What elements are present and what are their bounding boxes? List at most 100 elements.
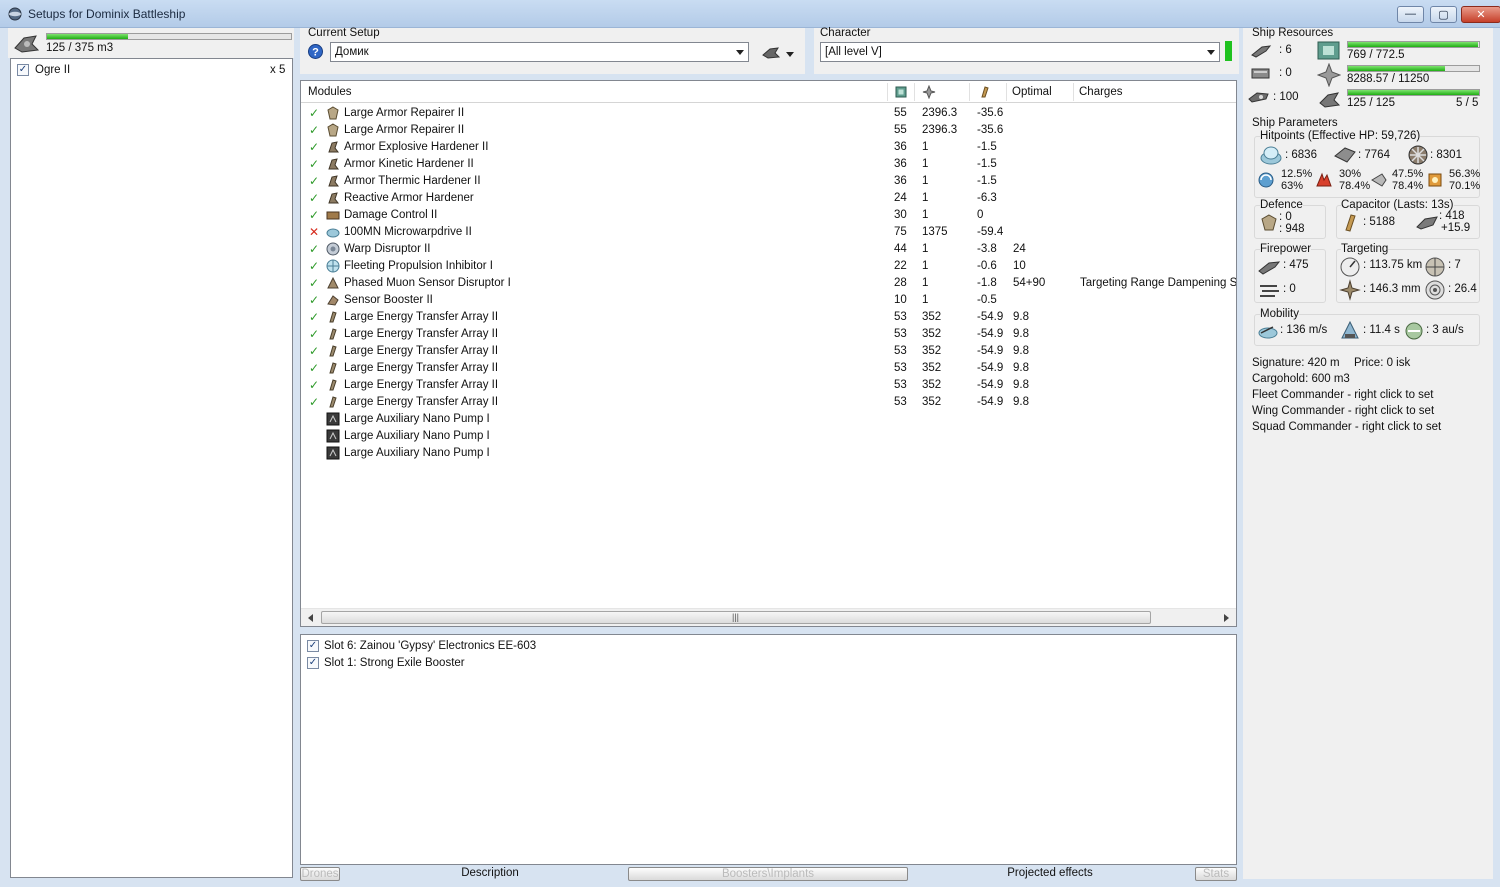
powergrid-fill bbox=[1348, 66, 1445, 71]
module-powergrid: 352 bbox=[922, 396, 942, 408]
tab-stats[interactable]: Stats bbox=[1195, 867, 1237, 881]
table-row[interactable]: ✓ Large Energy Transfer Array II 53 352 -54.… bbox=[301, 309, 1236, 326]
list-item[interactable]: ✓ Ogre II x 5 bbox=[11, 62, 292, 79]
table-row[interactable]: ✓ Large Energy Transfer Array II 53 352 -54.… bbox=[301, 343, 1236, 360]
column-modules[interactable]: Modules bbox=[308, 86, 351, 98]
module-name: Reactive Armor Hardener bbox=[344, 192, 474, 204]
drone-checkbox[interactable]: ✓ bbox=[17, 64, 29, 76]
ship-menu-button[interactable] bbox=[760, 42, 796, 64]
character-value: [All level V] bbox=[825, 46, 882, 58]
module-cpu: 22 bbox=[894, 260, 907, 272]
help-icon[interactable]: ? bbox=[308, 44, 323, 59]
status-ok-icon: ✓ bbox=[309, 327, 320, 341]
tab-description[interactable]: Description bbox=[430, 867, 550, 881]
table-row[interactable]: ✓ Large Armor Repairer II 55 2396.3 -35.6 bbox=[301, 122, 1236, 139]
character-dropdown[interactable]: [All level V] bbox=[820, 42, 1220, 62]
table-row[interactable]: ✓ Phased Muon Sensor Disruptor I 28 1 -1.8 54… bbox=[301, 275, 1236, 292]
module-cpu: 53 bbox=[894, 362, 907, 374]
cpu-icon[interactable] bbox=[894, 85, 908, 99]
modules-list[interactable]: Modules Optimal Charges ✓ Large Armor Rep… bbox=[300, 80, 1237, 627]
module-powergrid: 1 bbox=[922, 192, 929, 204]
explosive-resist-armor: 70.1% bbox=[1449, 180, 1481, 192]
repair-module-icon bbox=[327, 106, 339, 120]
module-optimal: 9.8 bbox=[1013, 396, 1029, 408]
wing-commander[interactable]: Wing Commander - right click to set bbox=[1252, 405, 1434, 417]
tab-boosters-implants[interactable]: Boosters\Implants bbox=[628, 867, 908, 881]
table-row[interactable]: ✕ 100MN Microwarpdrive II 75 1375 -59.4 bbox=[301, 224, 1236, 241]
table-row[interactable]: ✓ Damage Control II 30 1 0 bbox=[301, 207, 1236, 224]
module-optimal: 9.8 bbox=[1013, 345, 1029, 357]
module-optimal: 9.8 bbox=[1013, 379, 1029, 391]
drone-list[interactable]: ✓ Ogre II x 5 bbox=[10, 58, 293, 878]
booster-checkbox[interactable]: ✓ bbox=[307, 657, 319, 669]
setup-dropdown[interactable]: Домик bbox=[330, 42, 749, 62]
module-name: Large Energy Transfer Array II bbox=[344, 328, 499, 340]
status-ok-icon: ✓ bbox=[309, 157, 320, 171]
table-row[interactable]: Large Auxiliary Nano Pump I bbox=[301, 411, 1236, 428]
table-row[interactable]: ✓ Large Energy Transfer Array II 53 352 -54.… bbox=[301, 394, 1236, 411]
list-item[interactable]: ✓ Slot 1: Strong Exile Booster bbox=[301, 655, 1236, 672]
table-row[interactable]: ✓ Sensor Booster II 10 1 -0.5 bbox=[301, 292, 1236, 309]
max-targets-value: : 7 bbox=[1448, 259, 1461, 271]
column-optimal[interactable]: Optimal bbox=[1012, 86, 1052, 98]
booster-checkbox[interactable]: ✓ bbox=[307, 640, 319, 652]
ship-parameters-title: Ship Parameters bbox=[1252, 117, 1338, 129]
table-row[interactable]: ✓ Large Energy Transfer Array II 53 352 -54.… bbox=[301, 360, 1236, 377]
character-selector-area: Character [All level V] bbox=[814, 27, 1239, 74]
fleet-commander[interactable]: Fleet Commander - right click to set bbox=[1252, 389, 1434, 401]
status-ok-icon: ✓ bbox=[309, 310, 320, 324]
squad-commander[interactable]: Squad Commander - right click to set bbox=[1252, 421, 1441, 433]
drone-bandwidth-value: 125 / 125 bbox=[1347, 97, 1395, 109]
tab-projected-effects[interactable]: Projected effects bbox=[980, 867, 1120, 881]
module-cpu: 24 bbox=[894, 192, 907, 204]
firepower-title: Firepower bbox=[1260, 243, 1312, 255]
damage-control-module-icon bbox=[326, 211, 340, 220]
table-row[interactable]: ✓ Reactive Armor Hardener 24 1 -6.3 bbox=[301, 190, 1236, 207]
table-row[interactable]: ✓ Armor Thermic Hardener II 36 1 -1.5 bbox=[301, 173, 1236, 190]
hitpoints-title: Hitpoints (Effective HP: 59,726) bbox=[1260, 130, 1421, 142]
em-resist-icon bbox=[1258, 172, 1274, 188]
powergrid-icon[interactable] bbox=[922, 85, 936, 99]
price: Price: 0 isk bbox=[1354, 357, 1411, 369]
maximize-button[interactable]: ▢ bbox=[1430, 6, 1457, 23]
capacitor-value-b: +15.9 bbox=[1441, 222, 1471, 234]
sensor-module-icon bbox=[327, 295, 339, 306]
calibration-icon bbox=[1248, 92, 1269, 103]
cpu-bar bbox=[1347, 41, 1480, 48]
table-row[interactable]: ✓ Fleeting Propulsion Inhibitor I 22 1 -0.6 1… bbox=[301, 258, 1236, 275]
horizontal-scrollbar[interactable]: ||| bbox=[301, 608, 1236, 626]
table-row[interactable]: ✓ Warp Disruptor II 44 1 -3.8 24 bbox=[301, 241, 1236, 258]
shield-hp-value: : 6836 bbox=[1285, 149, 1317, 161]
column-charges[interactable]: Charges bbox=[1079, 86, 1122, 98]
table-row[interactable]: ✓ Large Armor Repairer II 55 2396.3 -35.6 bbox=[301, 105, 1236, 122]
module-capacitor: -0.5 bbox=[977, 294, 997, 306]
module-powergrid: 352 bbox=[922, 379, 942, 391]
capacitor-recharge-icon bbox=[1416, 216, 1438, 230]
module-capacitor: -54.9 bbox=[977, 362, 1004, 374]
warp-speed-value: : 3 au/s bbox=[1426, 324, 1464, 336]
minimize-button[interactable]: — bbox=[1397, 6, 1424, 23]
list-item[interactable]: ✓ Slot 6: Zainou 'Gypsy' Electronics EE-… bbox=[301, 638, 1236, 655]
energy-module-icon bbox=[329, 328, 337, 340]
tab-drones[interactable]: Drones bbox=[300, 867, 340, 881]
warp-speed-icon bbox=[1405, 322, 1423, 340]
module-powergrid: 2396.3 bbox=[922, 124, 958, 136]
capacitor-icon[interactable] bbox=[978, 85, 992, 99]
module-capacitor: -1.5 bbox=[977, 158, 997, 170]
boosters-implants-list[interactable]: ✓ Slot 6: Zainou 'Gypsy' Electronics EE-… bbox=[300, 634, 1237, 865]
module-powergrid: 1 bbox=[922, 260, 929, 272]
table-row[interactable]: ✓ Large Energy Transfer Array II 53 352 -54.… bbox=[301, 326, 1236, 343]
ship-stats-panel: Ship Resources : 6 : 0 : 100 769 / 772.5… bbox=[1243, 27, 1493, 879]
table-row[interactable]: ✓ Large Energy Transfer Array II 53 352 -54.… bbox=[301, 377, 1236, 394]
kinetic-resist-armor: 78.4% bbox=[1392, 180, 1424, 192]
scroll-left-icon[interactable] bbox=[308, 614, 313, 622]
table-row[interactable]: Large Auxiliary Nano Pump I bbox=[301, 445, 1236, 462]
module-optimal: 24 bbox=[1013, 243, 1026, 255]
setup-label: Current Setup bbox=[308, 27, 380, 39]
scroll-right-icon[interactable] bbox=[1224, 614, 1229, 622]
table-row[interactable]: ✓ Armor Kinetic Hardener II 36 1 -1.5 bbox=[301, 156, 1236, 173]
table-row[interactable]: Large Auxiliary Nano Pump I bbox=[301, 428, 1236, 445]
table-row[interactable]: ✓ Armor Explosive Hardener II 36 1 -1.5 bbox=[301, 139, 1236, 156]
close-button[interactable]: ✕ bbox=[1461, 6, 1500, 23]
scrollbar-thumb[interactable]: ||| bbox=[321, 611, 1151, 624]
